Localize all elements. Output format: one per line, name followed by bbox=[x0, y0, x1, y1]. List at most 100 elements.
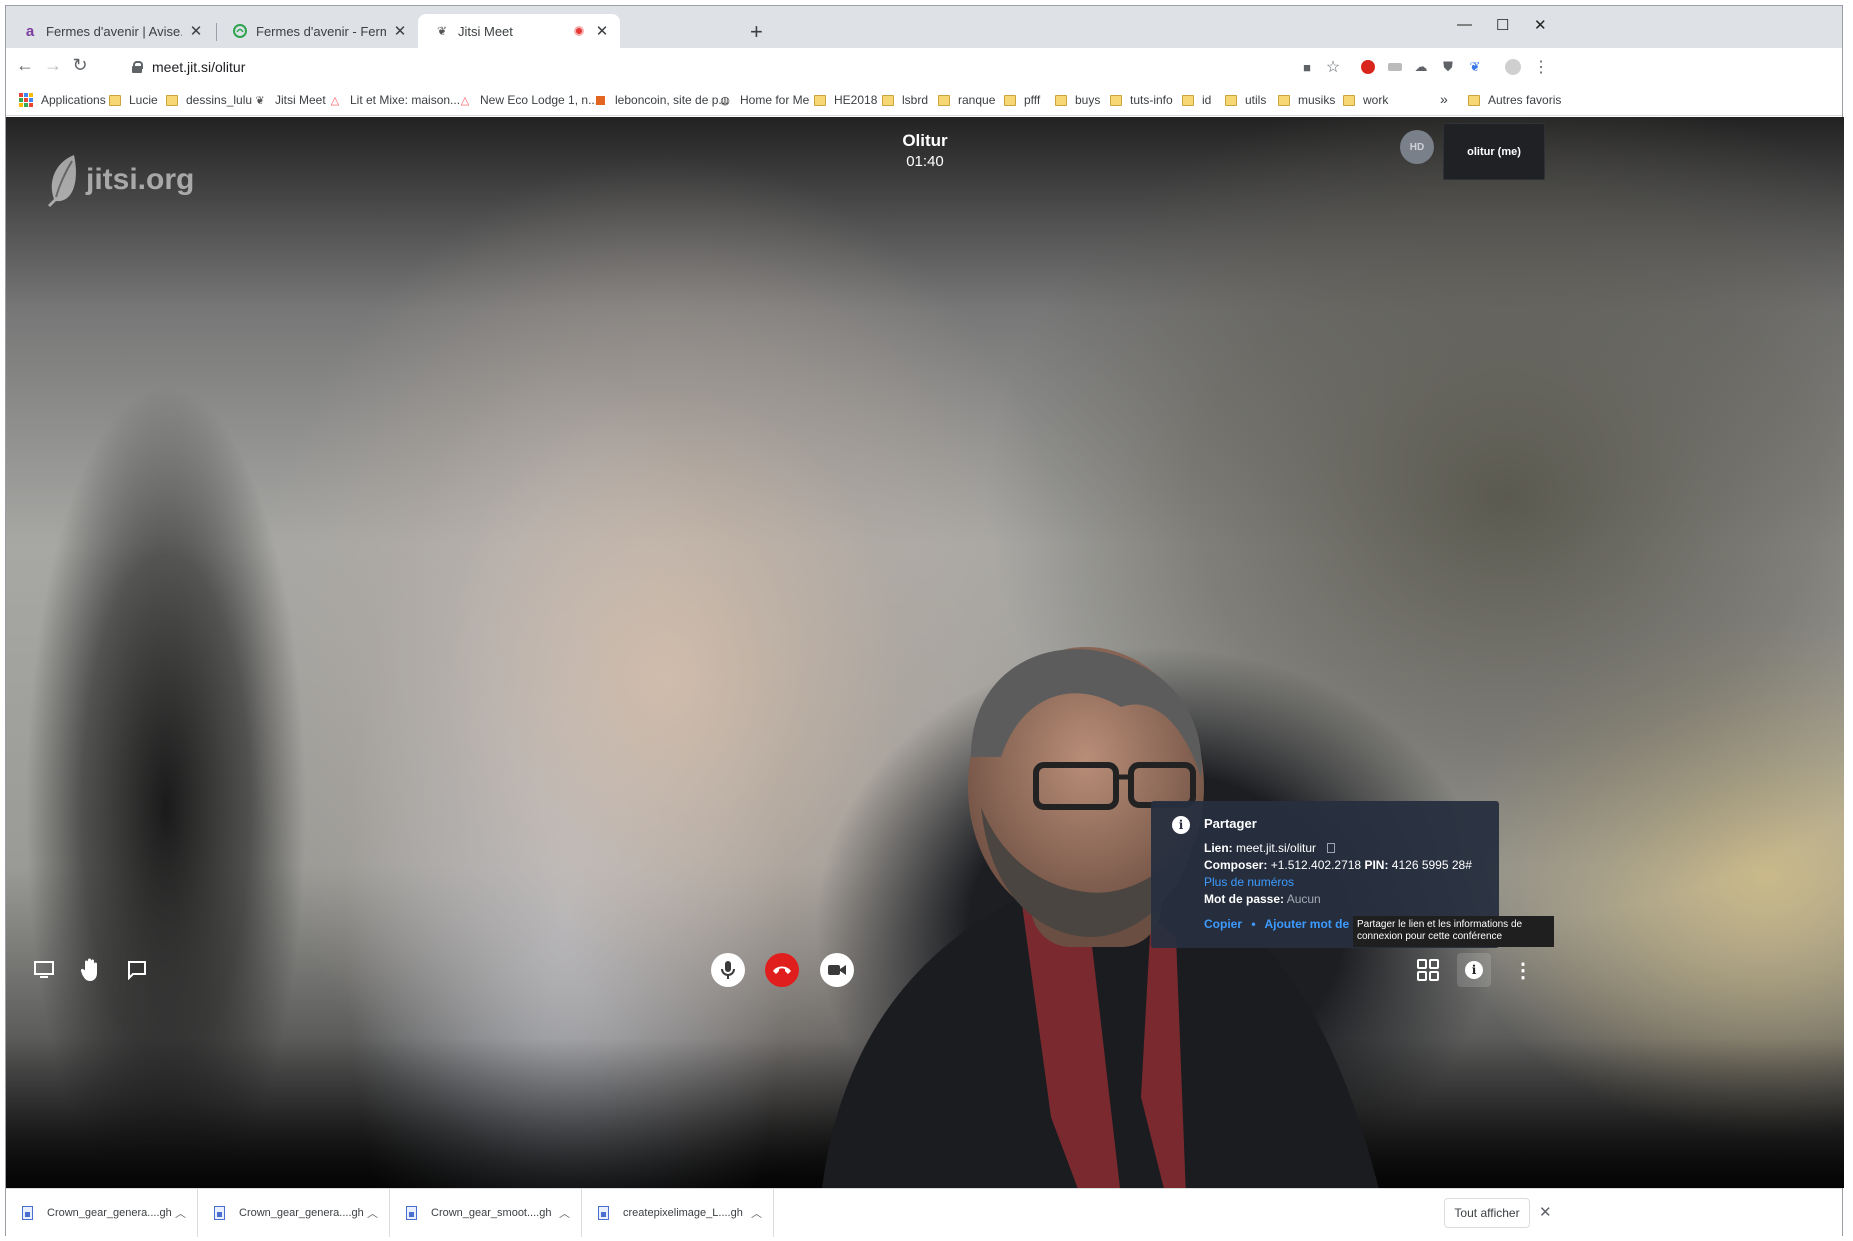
downloads-bar: Crown_gear_genera....gh ︿ Crown_gear_gen… bbox=[6, 1188, 1842, 1237]
close-icon[interactable]: ✕ bbox=[188, 22, 204, 40]
airbnb-icon: △ bbox=[460, 94, 470, 107]
tab-fermes[interactable]: Fermes d'avenir - Fermes d'aven ✕ bbox=[216, 14, 418, 48]
folder-icon bbox=[1343, 94, 1355, 106]
camera-icon[interactable]: ■ bbox=[1298, 58, 1316, 76]
bookmark-label: leboncoin, site de p... bbox=[615, 93, 729, 107]
reload-icon[interactable]: ↻ bbox=[69, 55, 91, 76]
close-icon[interactable]: ✕ bbox=[594, 22, 610, 40]
profile-avatar-icon[interactable] bbox=[1504, 58, 1522, 76]
microphone-button[interactable] bbox=[711, 953, 745, 987]
meeting-title: Olitur bbox=[902, 131, 948, 150]
bookmark-jitsi-meet[interactable]: ❦ Jitsi Meet bbox=[253, 93, 325, 107]
bookmark-new-eco-lodge[interactable]: △ New Eco Lodge 1, n... bbox=[458, 93, 598, 107]
video-quality-badge[interactable]: HD bbox=[1400, 130, 1434, 164]
forward-arrow-icon[interactable]: → bbox=[42, 55, 64, 76]
local-video-thumbnail[interactable]: olitur (me) bbox=[1443, 123, 1545, 180]
tab-title: Jitsi Meet bbox=[458, 23, 513, 39]
download-filename: Crown_gear_genera....gh bbox=[239, 1207, 364, 1219]
tab-title: Fermes d'avenir | Avise.org bbox=[46, 23, 182, 39]
info-tooltip: Partager le lien et les informations de … bbox=[1353, 916, 1554, 947]
close-icon[interactable]: ✕ bbox=[392, 22, 408, 40]
address-bar[interactable]: meet.jit.si/olitur bbox=[116, 52, 1701, 82]
bookmark-he2018[interactable]: HE2018 bbox=[814, 93, 877, 107]
video-stage[interactable]: jitsi.org Olitur 01:40 HD olitur (me) i … bbox=[6, 117, 1844, 1188]
bookmark-lit-et-mixe[interactable]: △ Lit et Mixe: maison... bbox=[328, 93, 460, 107]
bookmark-pfff[interactable]: pfff bbox=[1004, 93, 1040, 107]
airbnb-icon: △ bbox=[330, 94, 340, 107]
jitsi-icon: ❦ bbox=[436, 24, 448, 38]
folder-icon bbox=[938, 94, 950, 106]
menu-kebab-icon[interactable]: ⋮ bbox=[1532, 58, 1550, 76]
tab-jitsi-meet[interactable]: ❦ Jitsi Meet ✕ bbox=[418, 14, 620, 48]
bookmark-lsbrd[interactable]: lsbrd bbox=[882, 93, 928, 107]
bookmark-work[interactable]: work bbox=[1343, 93, 1388, 107]
chevron-up-icon[interactable]: ︿ bbox=[367, 1205, 378, 1221]
bookmark-tuts-info[interactable]: tuts-info bbox=[1110, 93, 1173, 107]
popup-title: Partager bbox=[1204, 816, 1257, 831]
link-label: Lien: bbox=[1204, 841, 1233, 855]
raise-hand-icon[interactable] bbox=[78, 957, 102, 983]
chevron-up-icon[interactable]: ︿ bbox=[751, 1205, 762, 1221]
lock-icon[interactable] bbox=[132, 61, 143, 73]
link-value[interactable]: meet.jit.si/olitur bbox=[1236, 841, 1316, 855]
chat-icon[interactable] bbox=[125, 959, 149, 981]
more-numbers-link[interactable]: Plus de numéros bbox=[1204, 875, 1294, 889]
other-bookmarks[interactable]: Autres favoris bbox=[1468, 93, 1561, 107]
adblock-icon[interactable] bbox=[1359, 58, 1377, 76]
bookmark-lucie[interactable]: Lucie bbox=[109, 93, 158, 107]
fermes-icon bbox=[232, 23, 248, 39]
back-arrow-icon[interactable]: ← bbox=[14, 55, 36, 76]
bookmarks-overflow-button[interactable]: » bbox=[1440, 91, 1448, 107]
info-button[interactable]: i bbox=[1457, 953, 1491, 987]
show-all-downloads-button[interactable]: Tout afficher bbox=[1444, 1198, 1530, 1228]
screen-share-icon[interactable] bbox=[32, 959, 56, 981]
bookmark-leboncoin[interactable]: leboncoin, site de p... bbox=[593, 93, 728, 107]
microphone-icon bbox=[721, 961, 735, 979]
download-item[interactable]: Crown_gear_genera....gh ︿ bbox=[198, 1189, 390, 1237]
tab-avise[interactable]: a Fermes d'avenir | Avise.org ✕ bbox=[6, 14, 214, 48]
local-participant-label: olitur (me) bbox=[1467, 145, 1521, 158]
folder-icon bbox=[1182, 94, 1194, 106]
more-options-icon[interactable]: ⋮ bbox=[1513, 959, 1533, 982]
bookmark-label: work bbox=[1363, 93, 1389, 107]
info-icon: i bbox=[1465, 961, 1483, 979]
bookmark-dessins-lulu[interactable]: dessins_lulu bbox=[166, 93, 252, 107]
bookmark-id[interactable]: id bbox=[1182, 93, 1211, 107]
folder-icon bbox=[109, 94, 121, 106]
maximize-button[interactable]: ☐ bbox=[1496, 16, 1509, 34]
bookmark-utils[interactable]: utils bbox=[1225, 93, 1266, 107]
download-item[interactable]: Crown_gear_smoot....gh ︿ bbox=[390, 1189, 582, 1237]
bookmark-musiks[interactable]: musiks bbox=[1278, 93, 1335, 107]
bookmark-applications[interactable]: Applications bbox=[19, 93, 106, 107]
globe-icon: ◍ bbox=[720, 94, 730, 107]
extension-icon[interactable] bbox=[1386, 58, 1404, 76]
bookmark-home-for-me[interactable]: ◍ Home for Me bbox=[718, 93, 809, 107]
minimize-button[interactable]: — bbox=[1457, 16, 1472, 33]
camera-button[interactable] bbox=[820, 953, 854, 987]
file-icon bbox=[598, 1206, 609, 1220]
add-password-button[interactable]: Ajouter mot de bbox=[1264, 917, 1349, 931]
dial-number: +1.512.402.2718 bbox=[1270, 858, 1362, 872]
shield-icon[interactable]: ⛊ bbox=[1439, 58, 1457, 76]
hangup-button[interactable] bbox=[765, 953, 799, 987]
feather-icon[interactable]: ❦ bbox=[1466, 58, 1484, 76]
copy-button[interactable]: Copier bbox=[1204, 917, 1242, 931]
window-close-button[interactable]: ✕ bbox=[1534, 16, 1547, 34]
bookmarks-bar: Applications Lucie dessins_lulu ❦ Jitsi M… bbox=[6, 86, 1842, 116]
bookmark-ranque[interactable]: ranque bbox=[938, 93, 995, 107]
download-item[interactable]: createpixelimage_L....gh ︿ bbox=[582, 1189, 774, 1237]
chevron-up-icon[interactable]: ︿ bbox=[559, 1205, 570, 1221]
tile-view-icon[interactable] bbox=[1416, 958, 1440, 982]
new-tab-button[interactable]: + bbox=[750, 21, 763, 43]
close-downloads-icon[interactable]: ✕ bbox=[1539, 1203, 1552, 1221]
file-icon bbox=[406, 1206, 417, 1220]
bookmark-buys[interactable]: buys bbox=[1055, 93, 1100, 107]
download-item[interactable]: Crown_gear_genera....gh ︿ bbox=[6, 1189, 198, 1237]
copy-icon[interactable] bbox=[1327, 843, 1336, 853]
star-icon[interactable]: ☆ bbox=[1324, 58, 1342, 76]
cloud-icon[interactable]: ☁ bbox=[1412, 58, 1430, 76]
chevron-up-icon[interactable]: ︿ bbox=[175, 1205, 186, 1221]
tab-strip: a Fermes d'avenir | Avise.org ✕ Fermes d… bbox=[6, 6, 1842, 48]
bookmark-label: musiks bbox=[1298, 93, 1336, 107]
bookmark-label: dessins_lulu bbox=[186, 93, 253, 107]
